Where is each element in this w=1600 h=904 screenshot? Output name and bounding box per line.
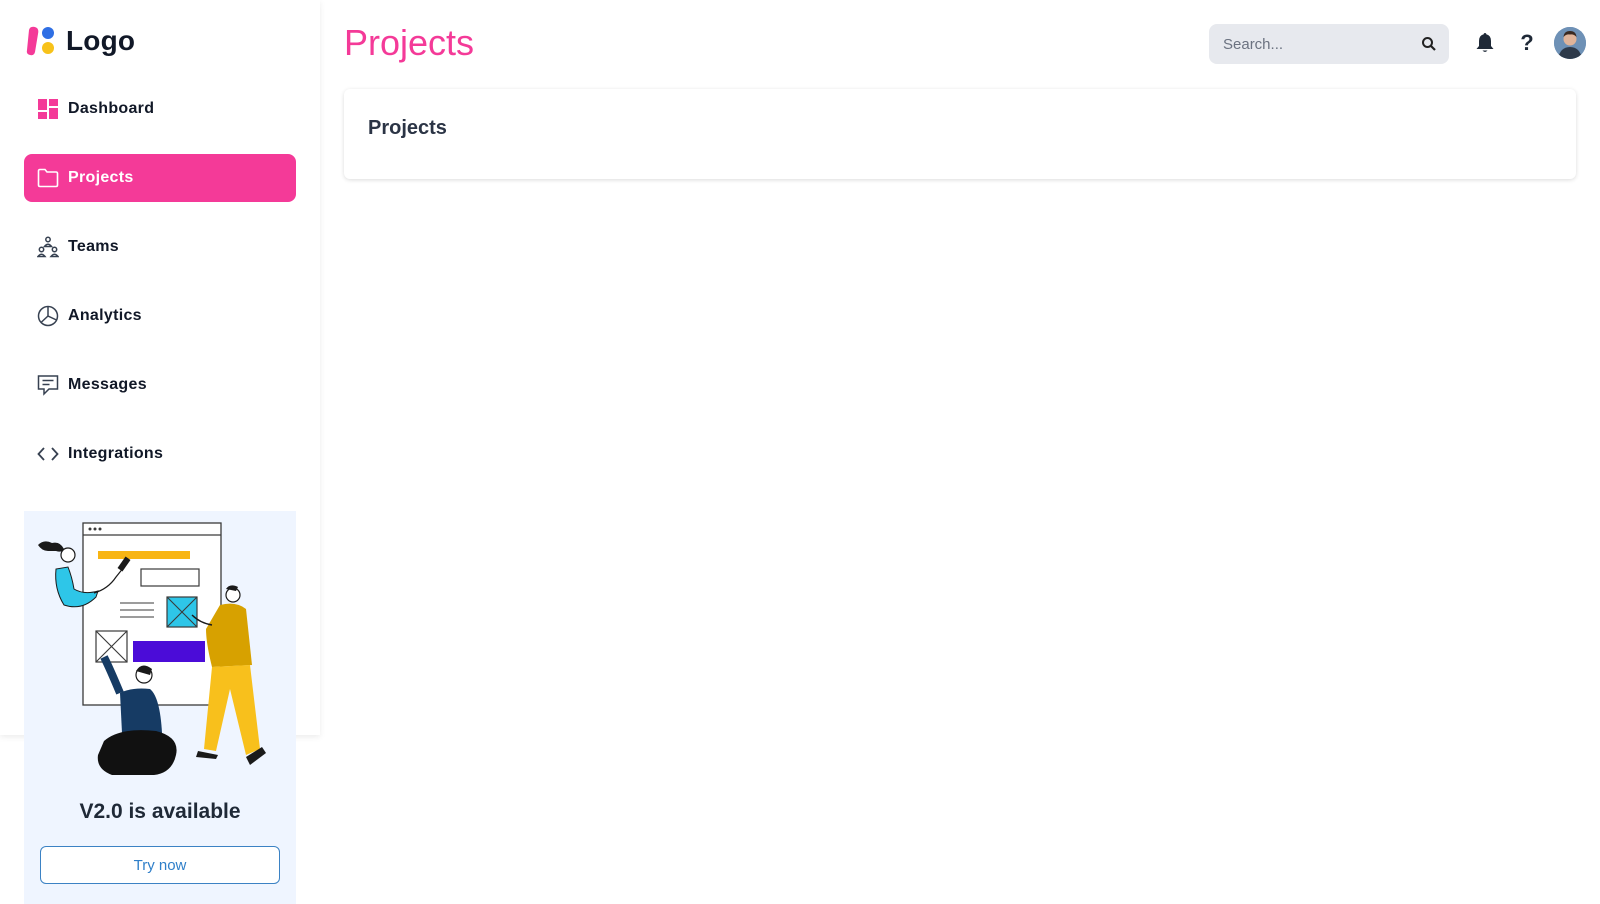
sidebar-item-label: Dashboard <box>68 100 155 117</box>
pie-chart-icon <box>36 304 60 328</box>
promo-title: V2.0 is available <box>79 800 241 823</box>
sidebar-item-projects[interactable]: Projects <box>24 154 296 202</box>
projects-card: Projects <box>344 89 1576 179</box>
search-input[interactable] <box>1221 34 1415 54</box>
promo-card: V2.0 is available Try now <box>24 511 296 904</box>
code-icon <box>36 442 60 466</box>
logo[interactable]: Logo <box>26 24 135 58</box>
sidebar-item-teams[interactable]: Teams <box>24 223 296 271</box>
sidebar-item-analytics[interactable]: Analytics <box>24 292 296 340</box>
logo-mark-icon <box>26 24 58 58</box>
card-title: Projects <box>368 117 447 139</box>
teams-icon <box>36 235 60 259</box>
folder-icon <box>36 166 60 190</box>
try-now-button[interactable]: Try now <box>40 846 280 884</box>
avatar[interactable] <box>1554 27 1586 59</box>
dashboard-icon <box>36 97 60 121</box>
message-icon <box>36 373 60 397</box>
search-box <box>1209 24 1449 64</box>
search-icon[interactable] <box>1421 36 1437 52</box>
sidebar-item-messages[interactable]: Messages <box>24 361 296 409</box>
sidebar-item-dashboard[interactable]: Dashboard <box>24 85 296 133</box>
logo-text: Logo <box>66 25 136 56</box>
sidebar-item-label: Analytics <box>68 307 142 324</box>
page-title: Projects <box>344 22 475 63</box>
sidebar-item-label: Integrations <box>68 445 164 462</box>
sidebar-item-label: Teams <box>68 238 120 255</box>
promo-illustration <box>24 519 296 794</box>
sidebar-item-label: Projects <box>68 169 134 186</box>
help-icon[interactable]: ? <box>1514 30 1540 56</box>
sidebar-item-integrations[interactable]: Integrations <box>24 430 296 478</box>
sidebar-item-label: Messages <box>68 376 147 393</box>
notification-bell-icon[interactable] <box>1472 30 1498 56</box>
